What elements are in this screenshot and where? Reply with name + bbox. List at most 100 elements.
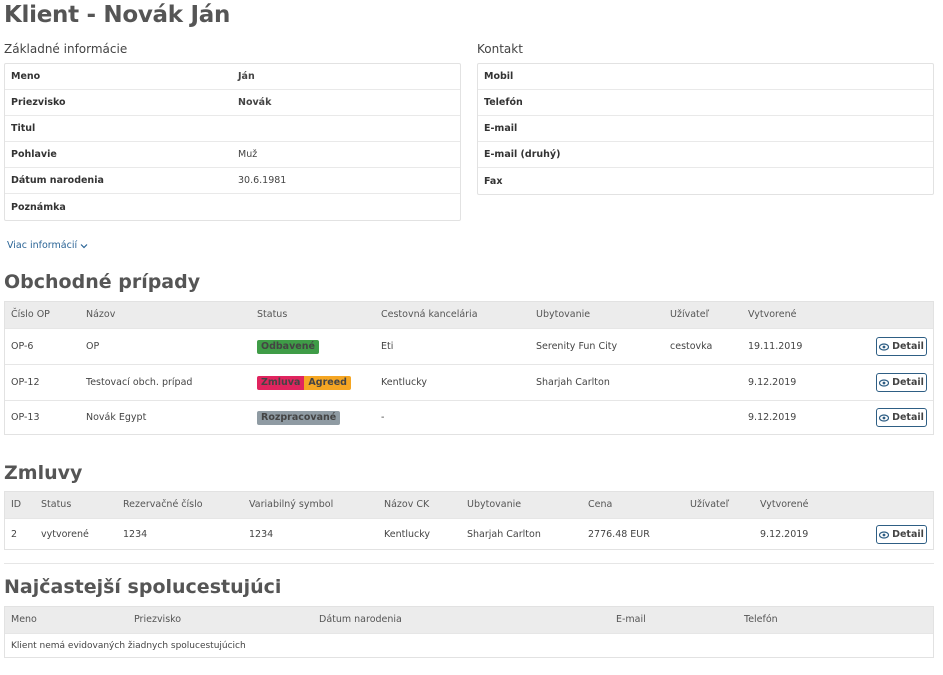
- basic-info-row: Titul: [5, 116, 460, 142]
- table-row: 2 vytvorené 1234 1234 Kentlucky Sharjah …: [5, 518, 933, 549]
- column-header[interactable]: E-mail: [616, 607, 646, 633]
- cases-table: Číslo OP Názov Status Cestovná kancelári…: [4, 301, 934, 435]
- page-title: Klient - Novák Ján: [4, 2, 231, 28]
- status-cell: Odbavené: [257, 329, 319, 365]
- status-badge: Agreed: [304, 376, 351, 390]
- column-header[interactable]: Status: [41, 492, 71, 518]
- column-header[interactable]: Užívateľ: [690, 492, 729, 518]
- case-accommodation: Sharjah Carlton: [536, 377, 610, 388]
- detail-label: Detail: [892, 529, 924, 540]
- column-header[interactable]: Dátum narodenia: [319, 607, 402, 633]
- case-name: Testovací obch. prípad: [86, 377, 193, 388]
- field-label: E-mail: [484, 123, 518, 134]
- contract-reservation: 1234: [123, 529, 148, 540]
- column-header[interactable]: Cena: [588, 492, 612, 518]
- column-header[interactable]: ID: [11, 492, 21, 518]
- basic-info-table: Meno Ján Priezvisko Novák Titul Pohlavie Mu…: [4, 63, 461, 221]
- companions-table: Meno Priezvisko Dátum narodenia E-mail T…: [4, 606, 934, 658]
- field-label: Priezvisko: [11, 97, 66, 108]
- contract-status: vytvorené: [41, 529, 89, 540]
- cases-title: Obchodné prípady: [4, 271, 201, 293]
- contract-id: 2: [11, 529, 18, 540]
- basic-info-title: Základné informácie: [4, 42, 128, 56]
- column-header[interactable]: Vytvorené: [760, 492, 808, 518]
- contact-row: Mobil: [478, 64, 933, 90]
- empty-message: Klient nemá evidovaných žiadnych spoluce…: [11, 641, 246, 651]
- column-header[interactable]: Cestovná kancelária: [381, 302, 478, 328]
- contact-title: Kontakt: [477, 42, 523, 56]
- contract-created: 9.12.2019: [760, 529, 809, 540]
- contract-price: 2776.48 EUR: [588, 529, 650, 540]
- table-row: OP-13 Novák Egypt Rozpracované - 9.12.20…: [5, 400, 933, 434]
- status-badge: Rozpracované: [257, 411, 341, 425]
- contact-table: Mobil Telefón E-mail E-mail (druhý) Fax: [477, 63, 934, 195]
- status-cell: Zmluva Agreed: [257, 365, 351, 401]
- column-header[interactable]: Číslo OP: [11, 302, 50, 328]
- chevron-down-icon: [80, 243, 88, 248]
- field-label: E-mail (druhý): [484, 149, 561, 160]
- field-label: Meno: [11, 71, 41, 82]
- detail-button[interactable]: Detail: [876, 373, 927, 392]
- basic-info-row: Meno Ján: [5, 64, 460, 90]
- detail-button[interactable]: Detail: [876, 525, 927, 544]
- contracts-title: Zmluvy: [4, 462, 83, 484]
- eye-icon: [879, 378, 890, 387]
- contracts-table: ID Status Rezervačné číslo Variabilný sy…: [4, 491, 934, 550]
- status-badge: Odbavené: [257, 340, 319, 354]
- column-header[interactable]: Užívateľ: [670, 302, 709, 328]
- basic-info-row: Poznámka: [5, 194, 460, 220]
- contract-variable-symbol: 1234: [249, 529, 274, 540]
- contact-row: E-mail (druhý): [478, 142, 933, 168]
- column-header[interactable]: Status: [257, 302, 287, 328]
- table-row: OP-6 OP Odbavené Eti Serenity Fun City c…: [5, 328, 933, 364]
- case-agency: Eti: [381, 341, 394, 352]
- more-info-label: Viac informácií: [7, 240, 78, 251]
- case-created: 9.12.2019: [748, 412, 797, 423]
- column-header[interactable]: Variabilný symbol: [249, 492, 333, 518]
- field-label: Mobil: [484, 71, 514, 82]
- column-header[interactable]: Názov: [86, 302, 115, 328]
- case-name: OP: [86, 341, 100, 352]
- column-header[interactable]: Meno: [11, 607, 37, 633]
- field-label: Dátum narodenia: [11, 175, 104, 186]
- detail-button[interactable]: Detail: [876, 408, 927, 427]
- case-id: OP-12: [11, 377, 40, 388]
- case-agency: -: [381, 412, 385, 423]
- basic-info-row: Priezvisko Novák: [5, 90, 460, 116]
- field-value: 30.6.1981: [238, 175, 287, 186]
- detail-label: Detail: [892, 377, 924, 388]
- basic-info-row: Dátum narodenia 30.6.1981: [5, 168, 460, 194]
- case-accommodation: Serenity Fun City: [536, 341, 618, 352]
- table-row: Klient nemá evidovaných žiadnych spoluce…: [5, 633, 933, 657]
- companions-title: Najčastejší spolucestujúci: [4, 576, 282, 598]
- column-header[interactable]: Priezvisko: [134, 607, 181, 633]
- field-label: Poznámka: [11, 201, 66, 213]
- eye-icon: [879, 413, 890, 422]
- case-agency: Kentlucky: [381, 377, 428, 388]
- column-header[interactable]: Názov CK: [384, 492, 429, 518]
- case-user: cestovka: [670, 341, 713, 352]
- case-created: 19.11.2019: [748, 341, 803, 352]
- table-header: Meno Priezvisko Dátum narodenia E-mail T…: [5, 607, 933, 633]
- detail-label: Detail: [892, 412, 924, 423]
- column-header[interactable]: Vytvorené: [748, 302, 796, 328]
- detail-button[interactable]: Detail: [876, 337, 927, 356]
- column-header[interactable]: Telefón: [744, 607, 778, 633]
- contract-agency: Kentlucky: [384, 529, 431, 540]
- status-badge: Zmluva: [257, 376, 305, 390]
- table-header: Číslo OP Názov Status Cestovná kancelári…: [5, 302, 933, 328]
- detail-label: Detail: [892, 341, 924, 352]
- contract-accommodation: Sharjah Carlton: [467, 529, 541, 540]
- column-header[interactable]: Ubytovanie: [536, 302, 590, 328]
- basic-info-row: Pohlavie Muž: [5, 142, 460, 168]
- case-id: OP-6: [11, 341, 34, 352]
- column-header[interactable]: Rezervačné číslo: [123, 492, 203, 518]
- field-value: Novák: [238, 97, 272, 108]
- status-cell: Rozpracované: [257, 401, 341, 435]
- case-name: Novák Egypt: [86, 412, 147, 423]
- column-header[interactable]: Ubytovanie: [467, 492, 521, 518]
- more-info-link[interactable]: Viac informácií: [7, 240, 88, 251]
- contact-row: E-mail: [478, 116, 933, 142]
- field-value: Ján: [238, 71, 255, 82]
- contact-row: Fax: [478, 168, 933, 194]
